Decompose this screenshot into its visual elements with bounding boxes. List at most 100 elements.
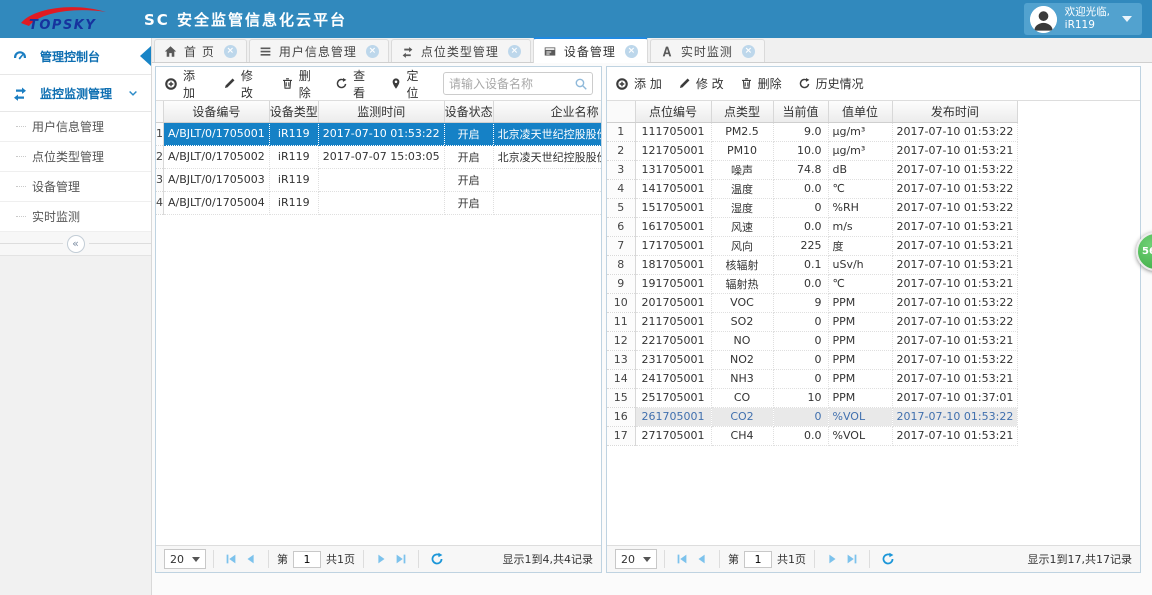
table-row[interactable]: 15 251705001 CO 10 PPM 2017-07-10 01:37:01 [607,388,1019,408]
table-cell[interactable]: CO [711,388,774,408]
table-cell[interactable] [318,191,445,215]
table-cell[interactable]: 2017-07-10 01:53:21 [892,274,1019,294]
table-cell[interactable]: 231705001 [635,350,712,370]
table-cell[interactable]: 开启 [444,191,494,215]
table-cell[interactable]: 111705001 [635,122,712,142]
table-cell[interactable]: 121705001 [635,141,712,161]
table-row[interactable]: 12 221705001 NO 0 PPM 2017-07-10 01:53:21 [607,331,1019,351]
table-row[interactable]: 8 181705001 核辐射 0.1 uSv/h 2017-07-10 01:53:21 [607,255,1019,275]
table-cell[interactable]: 151705001 [635,198,712,218]
table-row[interactable]: 4 A/BJLT/0/1705004 iR119 开启 [156,191,601,215]
table-cell[interactable]: 9 [773,293,829,313]
table-row[interactable]: 9 191705001 辐射热 0.0 ℃ 2017-07-10 01:53:21 [607,274,1019,294]
first-page-button[interactable] [224,552,238,566]
table-cell[interactable]: 2017-07-10 01:53:22 [892,198,1019,218]
user-menu[interactable]: 欢迎光临, iR119 [1023,3,1142,35]
last-page-button[interactable] [845,552,859,566]
table-cell[interactable]: PM10 [711,141,774,161]
table-cell[interactable]: 2017-07-10 01:53:22 [892,293,1019,313]
table-row[interactable]: 5 151705001 湿度 0 %RH 2017-07-10 01:53:22 [607,198,1019,218]
table-cell[interactable]: 221705001 [635,331,712,351]
next-page-button[interactable] [374,552,388,566]
table-cell[interactable]: 2017-07-10 01:53:21 [892,141,1019,161]
table-cell[interactable]: PPM [828,293,893,313]
table-cell[interactable]: 225 [773,236,829,256]
table-row[interactable]: 14 241705001 NH3 0 PPM 2017-07-10 01:53:21 [607,369,1019,389]
table-cell[interactable]: 温度 [711,179,774,199]
table-cell[interactable]: 噪声 [711,160,774,180]
table-cell[interactable]: 0 [773,198,829,218]
table-cell[interactable]: 131705001 [635,160,712,180]
table-cell[interactable]: PPM [828,350,893,370]
table-cell[interactable]: 湿度 [711,198,774,218]
device-search-input[interactable] [444,76,574,91]
table-cell[interactable]: A/BJLT/0/1705004 [163,191,270,215]
table-cell[interactable]: iR119 [269,122,319,146]
table-cell[interactable]: PPM [828,312,893,332]
table-cell[interactable]: 风速 [711,217,774,237]
table-row[interactable]: 3 131705001 噪声 74.8 dB 2017-07-10 01:53:22 [607,160,1019,180]
table-cell[interactable]: 开启 [444,168,494,192]
table-cell[interactable]: 核辐射 [711,255,774,275]
table-cell[interactable]: NH3 [711,369,774,389]
table-cell[interactable]: 211705001 [635,312,712,332]
refresh-button[interactable] [881,552,895,566]
prev-page-button[interactable] [244,552,258,566]
table-cell[interactable]: μg/m³ [828,122,893,142]
add-button[interactable]: 添 加 [164,67,207,101]
table-row[interactable]: 11 211705001 SO2 0 PPM 2017-07-10 01:53:22 [607,312,1019,332]
table-cell[interactable]: PPM [828,369,893,389]
first-page-button[interactable] [675,552,689,566]
table-cell[interactable]: 风向 [711,236,774,256]
table-cell[interactable]: 0.1 [773,255,829,275]
table-cell[interactable]: 北京凌天世纪控股股份有限公司 [493,122,601,146]
sidebar-item-device-mgmt[interactable]: 设备管理 [0,172,151,202]
column-header[interactable]: 企业名称 [493,101,601,123]
table-cell[interactable] [493,191,601,215]
search-icon[interactable] [574,77,588,91]
sidebar-item-realtime[interactable]: 实时监测 [0,202,151,232]
table-cell[interactable]: 2017-07-10 01:53:22 [892,407,1019,427]
table-cell[interactable]: 10.0 [773,141,829,161]
sidebar-section-monitoring[interactable]: 监控监测管理 [0,75,151,112]
next-page-button[interactable] [825,552,839,566]
table-cell[interactable]: 2017-07-10 01:53:22 [892,312,1019,332]
table-cell[interactable]: uSv/h [828,255,893,275]
table-row[interactable]: 7 171705001 风向 225 度 2017-07-10 01:53:21 [607,236,1019,256]
table-cell[interactable]: 241705001 [635,369,712,389]
last-page-button[interactable] [394,552,408,566]
table-cell[interactable]: 10 [773,388,829,408]
table-cell[interactable]: 2017-07-10 01:53:22 [892,160,1019,180]
tab-close-icon[interactable]: × [741,44,755,58]
table-cell[interactable]: 0 [773,331,829,351]
tab-close-icon[interactable]: × [507,44,521,58]
table-cell[interactable]: 141705001 [635,179,712,199]
table-cell[interactable]: dB [828,160,893,180]
table-row[interactable]: 2 A/BJLT/0/1705002 iR119 2017-07-07 15:03:0… [156,145,601,169]
table-cell[interactable]: A/BJLT/0/1705001 [163,122,270,146]
tab-device-mgmt[interactable]: 设备管理 × [532,37,648,63]
page-size-select[interactable]: 20 [615,549,657,569]
table-cell[interactable]: CH4 [711,426,774,446]
table-cell[interactable]: A/BJLT/0/1705003 [163,168,270,192]
page-size-select[interactable]: 20 [164,549,206,569]
column-header[interactable]: 点类型 [711,101,774,123]
sidebar-item-point-type[interactable]: 点位类型管理 [0,142,151,172]
table-cell[interactable]: 2017-07-10 01:37:01 [892,388,1019,408]
table-cell[interactable]: μg/m³ [828,141,893,161]
table-row[interactable]: 6 161705001 风速 0.0 m/s 2017-07-10 01:53:21 [607,217,1019,237]
table-cell[interactable]: 2017-07-10 01:53:22 [892,350,1019,370]
tab-close-icon[interactable]: × [624,44,638,58]
table-cell[interactable]: 9.0 [773,122,829,142]
tab-user-info[interactable]: 用户信息管理 × [248,39,389,62]
table-cell[interactable]: 度 [828,236,893,256]
refresh-button[interactable] [430,552,444,566]
column-header[interactable]: 监测时间 [318,101,445,123]
add-button[interactable]: 添 加 [615,75,662,92]
page-number-input[interactable] [744,550,772,568]
tab-point-type[interactable]: 点位类型管理 × [390,39,531,62]
table-row[interactable]: 3 A/BJLT/0/1705003 iR119 开启 [156,168,601,192]
table-cell[interactable]: 0 [773,350,829,370]
table-cell[interactable]: %VOL [828,407,893,427]
table-row[interactable]: 2 121705001 PM10 10.0 μg/m³ 2017-07-10 01:53:… [607,141,1019,161]
